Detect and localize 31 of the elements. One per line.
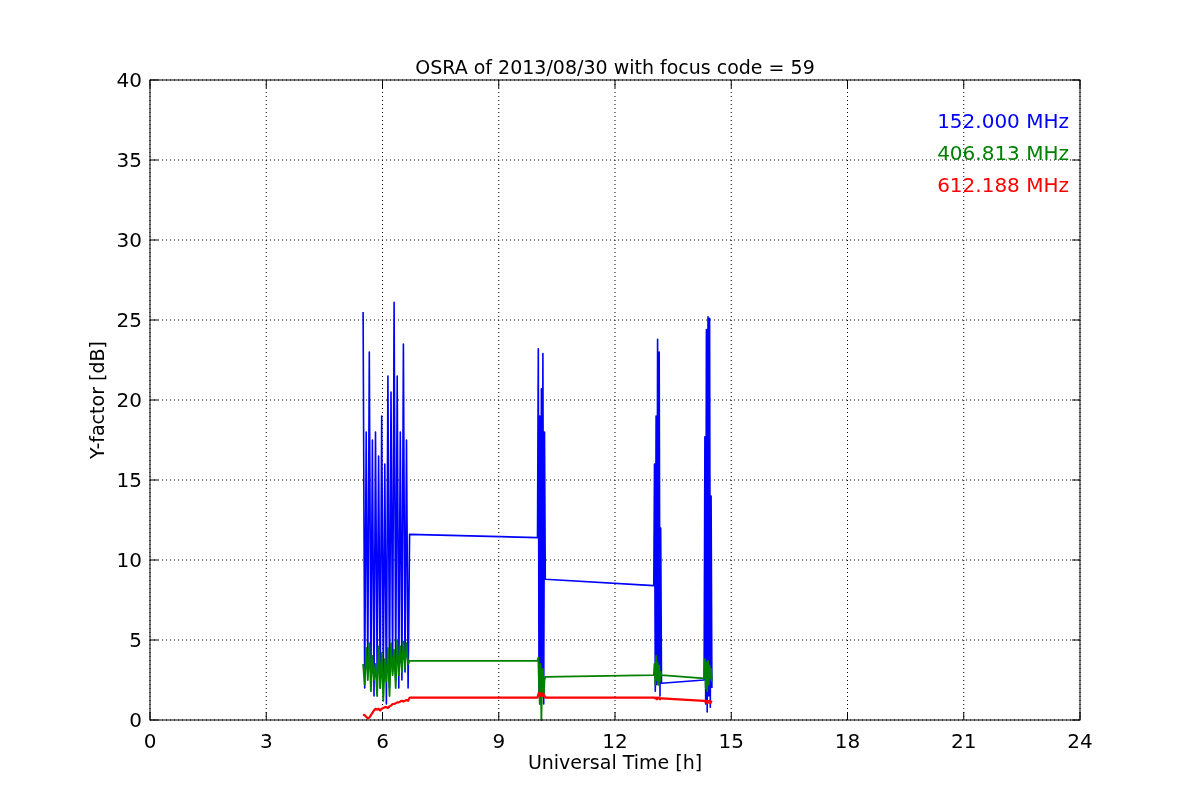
tick-mark [382, 711, 383, 721]
legend-label: 612.188 MHz [937, 173, 1069, 197]
tick-label: 20 [116, 388, 142, 412]
tick-label: 6 [376, 729, 389, 753]
tick-label: 25 [116, 308, 142, 332]
tick-label: 18 [834, 729, 861, 753]
tick-label: 0 [129, 708, 142, 732]
tick-mark [963, 711, 965, 721]
tick-label: 9 [492, 729, 506, 753]
tick-label: 30 [116, 228, 142, 252]
tick-mark [730, 711, 732, 721]
legend-label: 152.000 MHz [937, 109, 1069, 133]
tick-label: 40 [116, 68, 142, 92]
tick-label: 35 [116, 148, 142, 172]
tick-label: 10 [116, 548, 142, 572]
tick-label: 15 [116, 468, 142, 492]
axis-label: Y-factor [dB] [86, 341, 108, 459]
legend-label: 406.813 MHz [937, 141, 1069, 165]
axis-label: Universal Time [h] [527, 751, 703, 773]
tick-label: 24 [1067, 729, 1093, 753]
chart-title: OSRA of 2013/08/30 with focus code = 59 [415, 56, 815, 78]
tick-mark [847, 711, 848, 721]
tick-label: 15 [718, 729, 744, 753]
tick-label: 3 [259, 729, 273, 753]
tick-label: 5 [129, 628, 142, 652]
tick-mark [614, 711, 616, 721]
tick-mark [498, 711, 500, 721]
tick-label: 21 [951, 729, 977, 753]
tick-mark [265, 711, 267, 721]
tick-label: 12 [602, 729, 628, 753]
tick-label: 0 [143, 729, 157, 753]
